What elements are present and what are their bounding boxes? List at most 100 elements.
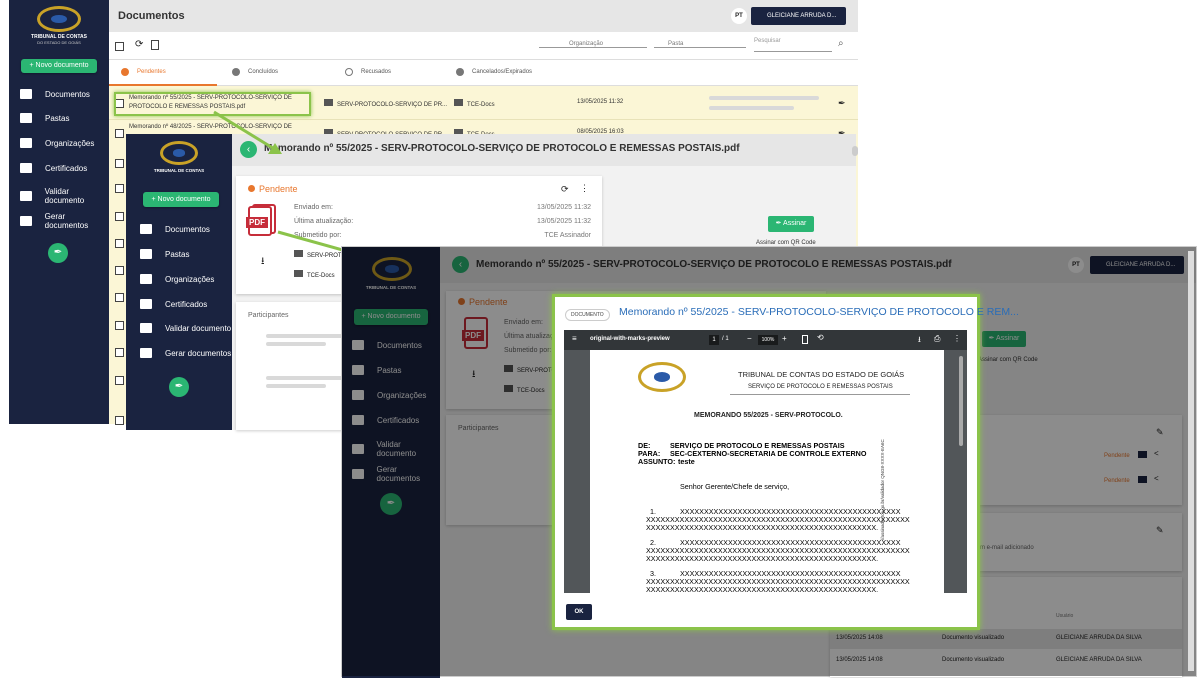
tce-logo-icon <box>638 362 686 392</box>
certificate-icon <box>20 163 32 173</box>
nav-organizacoes[interactable]: Organizações <box>140 274 214 284</box>
row-checkbox[interactable] <box>115 293 124 302</box>
search-input[interactable]: Pesquisar <box>754 38 832 52</box>
folder-icon <box>454 99 463 106</box>
search-icon[interactable]: ⌕ <box>838 38 844 49</box>
row-checkbox[interactable] <box>115 184 124 193</box>
participant-blur <box>266 376 346 380</box>
nav-pastas[interactable]: Pastas <box>20 113 69 123</box>
sidebar: TRIBUNAL DE CONTAS DO ESTADO DE GOIÁS + … <box>9 0 109 424</box>
page-scrollbar[interactable] <box>1188 251 1194 671</box>
row-checkbox[interactable] <box>115 321 124 330</box>
pdf-scrollbar[interactable] <box>959 356 963 446</box>
more-icon[interactable]: ⋮ <box>953 334 961 343</box>
zoom-in-icon[interactable]: + <box>782 334 787 343</box>
para-value: SEC-CEXTERNO-SECRETARIA DE CONTROLE EXTE… <box>670 449 867 458</box>
participant-blur <box>266 334 346 338</box>
nav-validar[interactable]: Validar documento <box>20 187 109 205</box>
validation-sidebar-text: //assinador.tce.go.br/validador QNG8-XXX… <box>880 439 885 540</box>
new-document-button[interactable]: + Novo documento <box>21 59 97 73</box>
folder-icon <box>294 270 303 277</box>
folder-value: TCE-Docs <box>294 270 335 279</box>
pdf-filename: original-with-marks-preview <box>590 336 670 342</box>
row-checkbox[interactable] <box>115 159 124 168</box>
nav-gerar[interactable]: Gerar documentos <box>20 212 109 230</box>
alert-icon <box>248 185 255 192</box>
generate-icon <box>20 216 32 226</box>
sign-icon[interactable]: ✒ <box>838 98 846 109</box>
nav-certificados[interactable]: Certificados <box>20 163 87 173</box>
table-row[interactable]: Memorando nº 55/2025 - SERV-PROTOCOLO-SE… <box>109 86 858 120</box>
pdf-icon-cursor[interactable]: PDF <box>246 206 272 236</box>
file-icon <box>140 224 152 234</box>
bulk-icon[interactable] <box>151 40 159 50</box>
zoom-level[interactable]: 100% <box>758 335 778 345</box>
top-bar: Documentos PT GLEICIANE ARRUDA D... <box>109 0 858 32</box>
new-document-button[interactable]: + Novo documento <box>143 192 219 207</box>
sign-fab[interactable]: ✒ <box>169 377 189 397</box>
row-checkbox[interactable] <box>115 348 124 357</box>
download-icon[interactable]: ⭳ <box>261 254 265 271</box>
nav-certificados[interactable]: Certificados <box>140 299 207 309</box>
row-checkbox[interactable] <box>115 416 124 425</box>
row-checkbox[interactable] <box>115 376 124 385</box>
folder-filter[interactable]: Pasta <box>654 41 746 48</box>
detail-header: ‹ Memorando nº 55/2025 - SERV-PROTOCOLO-… <box>232 134 856 166</box>
search-icon <box>140 323 152 333</box>
fit-icon[interactable] <box>802 335 808 344</box>
tab-cancelados[interactable]: Cancelados/Expirados <box>456 68 532 76</box>
row-checkbox[interactable] <box>115 129 124 138</box>
sign-button[interactable]: ✒ Assinar <box>768 216 814 232</box>
zoom-out-icon[interactable]: − <box>747 334 752 343</box>
org-filter[interactable]: Organização <box>539 41 647 48</box>
ok-button[interactable]: OK <box>566 604 592 620</box>
menu-icon[interactable]: ≡ <box>572 334 577 343</box>
row-checkbox[interactable] <box>115 212 124 221</box>
updated-value: 13/05/2025 11:32 <box>537 218 591 225</box>
assunto-value: teste <box>678 457 695 466</box>
user-button[interactable]: GLEICIANE ARRUDA D... <box>751 7 846 25</box>
doc-org: SERV-PROTOCOLO-SERVIÇO DE PR... <box>324 99 447 108</box>
signers-blur <box>709 106 794 110</box>
more-icon[interactable]: ⋮ <box>580 183 589 194</box>
check-icon <box>232 68 240 76</box>
refresh-icon[interactable]: ⟳ <box>561 184 569 195</box>
row-checkbox[interactable] <box>115 266 124 275</box>
page-input[interactable]: 1 <box>709 335 719 345</box>
submitted-label: Submetido por: <box>294 232 342 239</box>
nav-gerar[interactable]: Gerar documentos <box>140 348 231 358</box>
doc-divider <box>730 394 910 395</box>
lang-button[interactable]: PT <box>731 8 747 24</box>
modal-title: Memorando nº 55/2025 - SERV-PROTOCOLO-SE… <box>619 306 1019 318</box>
refresh-icon[interactable]: ⟳ <box>135 39 143 50</box>
tab-concluidos[interactable]: Concluídos <box>232 68 278 76</box>
para-3-line3: XXXXXXXXXXXXXXXXXXXXXXXXXXXXXXXXXXXXXXXX… <box>646 585 879 593</box>
tab-recusados[interactable]: Recusados <box>345 68 391 76</box>
document-badge: DOCUMENTO <box>565 309 610 321</box>
para-1-line3: XXXXXXXXXXXXXXXXXXXXXXXXXXXXXXXXXXXXXXXX… <box>646 523 879 532</box>
cancel-icon <box>456 68 464 76</box>
print-icon[interactable]: ⎙ <box>934 334 940 344</box>
back-button[interactable]: ‹ <box>240 141 257 158</box>
nav-validar[interactable]: Validar documento <box>140 323 231 333</box>
sign-fab[interactable]: ✒ <box>48 243 68 263</box>
page-title: Documentos <box>118 10 185 22</box>
tab-pendentes[interactable]: Pendentes <box>121 68 166 76</box>
submitted-value: TCE Assinador <box>544 232 591 239</box>
building-icon <box>294 250 303 257</box>
pdf-page: TRIBUNAL DE CONTAS DO ESTADO DE GOIÁS SE… <box>590 350 944 593</box>
doc-folder: TCE-Docs <box>454 99 495 108</box>
certificate-icon <box>140 299 152 309</box>
nav-documentos[interactable]: Documentos <box>140 224 210 234</box>
select-all-checkbox[interactable] <box>115 42 124 51</box>
rotate-icon[interactable]: ⟲ <box>817 333 824 342</box>
nav-pastas[interactable]: Pastas <box>140 249 189 259</box>
memo-title: MEMORANDO 55/2025 - SERV-PROTOCOLO. <box>694 412 843 419</box>
sent-label: Enviado em: <box>294 204 333 211</box>
signers-blur <box>709 96 819 100</box>
row-checkbox[interactable] <box>115 239 124 248</box>
nav-documentos[interactable]: Documentos <box>20 89 90 99</box>
nav-organizacoes[interactable]: Organizações <box>20 138 94 148</box>
download-icon[interactable]: ⭳ <box>918 334 921 348</box>
pdf-viewer: ≡ original-with-marks-preview 1 / 1 − 10… <box>564 330 967 593</box>
